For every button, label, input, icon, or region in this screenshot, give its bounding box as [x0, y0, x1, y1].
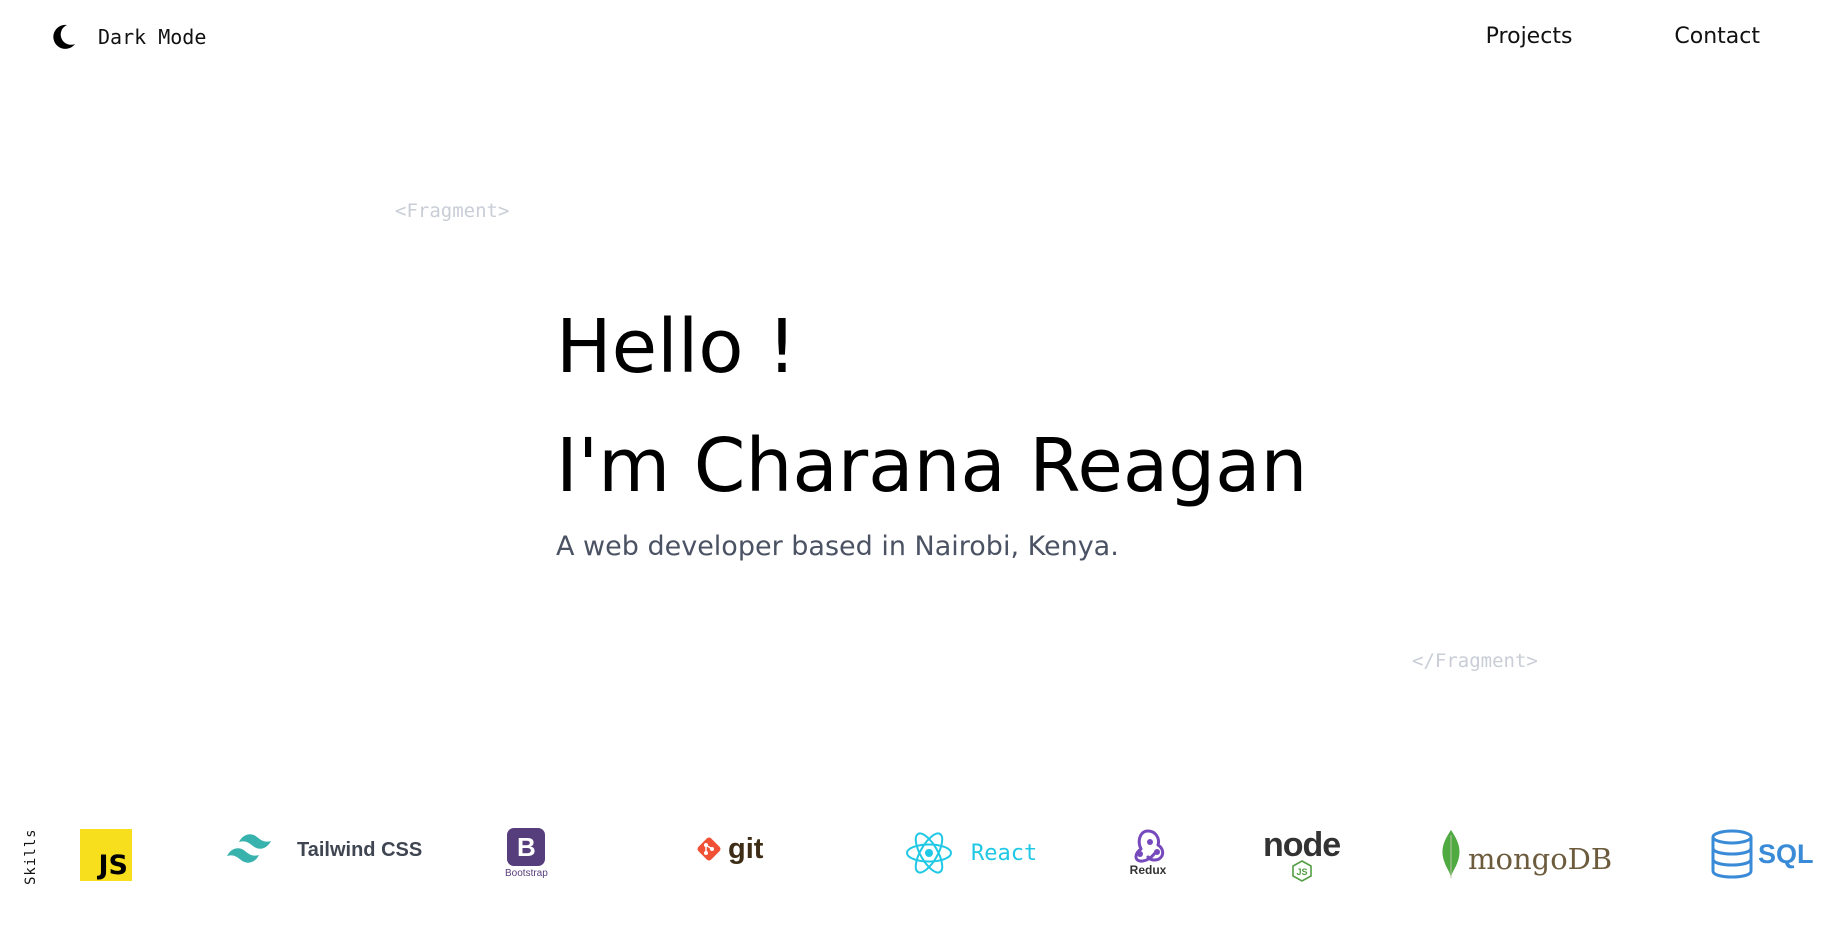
dark-mode-label: Dark Mode [98, 25, 207, 49]
database-icon [1711, 829, 1753, 879]
hero-subtitle: A web developer based in Nairobi, Kenya. [556, 531, 1119, 562]
react-logo-text: React [971, 840, 1038, 866]
main-nav: Projects Contact [1486, 24, 1760, 49]
redux-logo: Redux [1128, 827, 1168, 877]
nav-link-contact[interactable]: Contact [1674, 24, 1760, 49]
bootstrap-icon: B [507, 828, 546, 866]
fragment-open-tag: <Fragment> [395, 200, 510, 222]
tailwind-logo-text: Tailwind CSS [297, 838, 423, 861]
hero-name: I'm Charana Reagan [556, 423, 1308, 509]
bootstrap-logo-text: Bootstrap [505, 868, 548, 879]
moon-icon [48, 22, 78, 52]
sql-logo-text: SQL [1758, 838, 1814, 869]
bootstrap-logo: B Bootstrap [505, 828, 548, 879]
hero-greeting: Hello ! [556, 304, 797, 390]
react-icon [906, 832, 952, 874]
mongodb-leaf-icon [1442, 830, 1460, 878]
javascript-logo: JS [80, 829, 132, 881]
git-logo-text: git [728, 832, 764, 865]
node-js-label: JS [1296, 867, 1307, 877]
tailwind-logo: Tailwind CSS [223, 830, 422, 870]
portfolio-page: Dark Mode Projects Contact <Fragment> </… [0, 0, 1840, 945]
mongodb-logo-text: mongoDB [1468, 842, 1613, 876]
git-icon [697, 837, 721, 861]
hero-section: Hello ! I'm Charana Reagan A web develop… [556, 310, 1307, 562]
mongodb-logo: mongoDB [1440, 829, 1612, 879]
git-logo: git [694, 834, 763, 864]
skills-label: Skills [23, 828, 39, 885]
nav-link-projects[interactable]: Projects [1486, 24, 1573, 49]
redux-icon [1134, 829, 1165, 863]
node-logo-text: node [1263, 826, 1341, 864]
dark-mode-toggle[interactable]: Dark Mode [48, 22, 206, 52]
sql-logo: SQL [1710, 829, 1814, 879]
fragment-close-tag: </Fragment> [1412, 650, 1538, 672]
react-logo: React [905, 829, 1037, 877]
tailwind-icon [227, 834, 271, 863]
javascript-logo-text: JS [98, 850, 129, 881]
node-js-hex-icon: JS [1291, 860, 1312, 882]
node-logo: node JS [1263, 826, 1341, 882]
redux-logo-text: Redux [1129, 863, 1167, 877]
